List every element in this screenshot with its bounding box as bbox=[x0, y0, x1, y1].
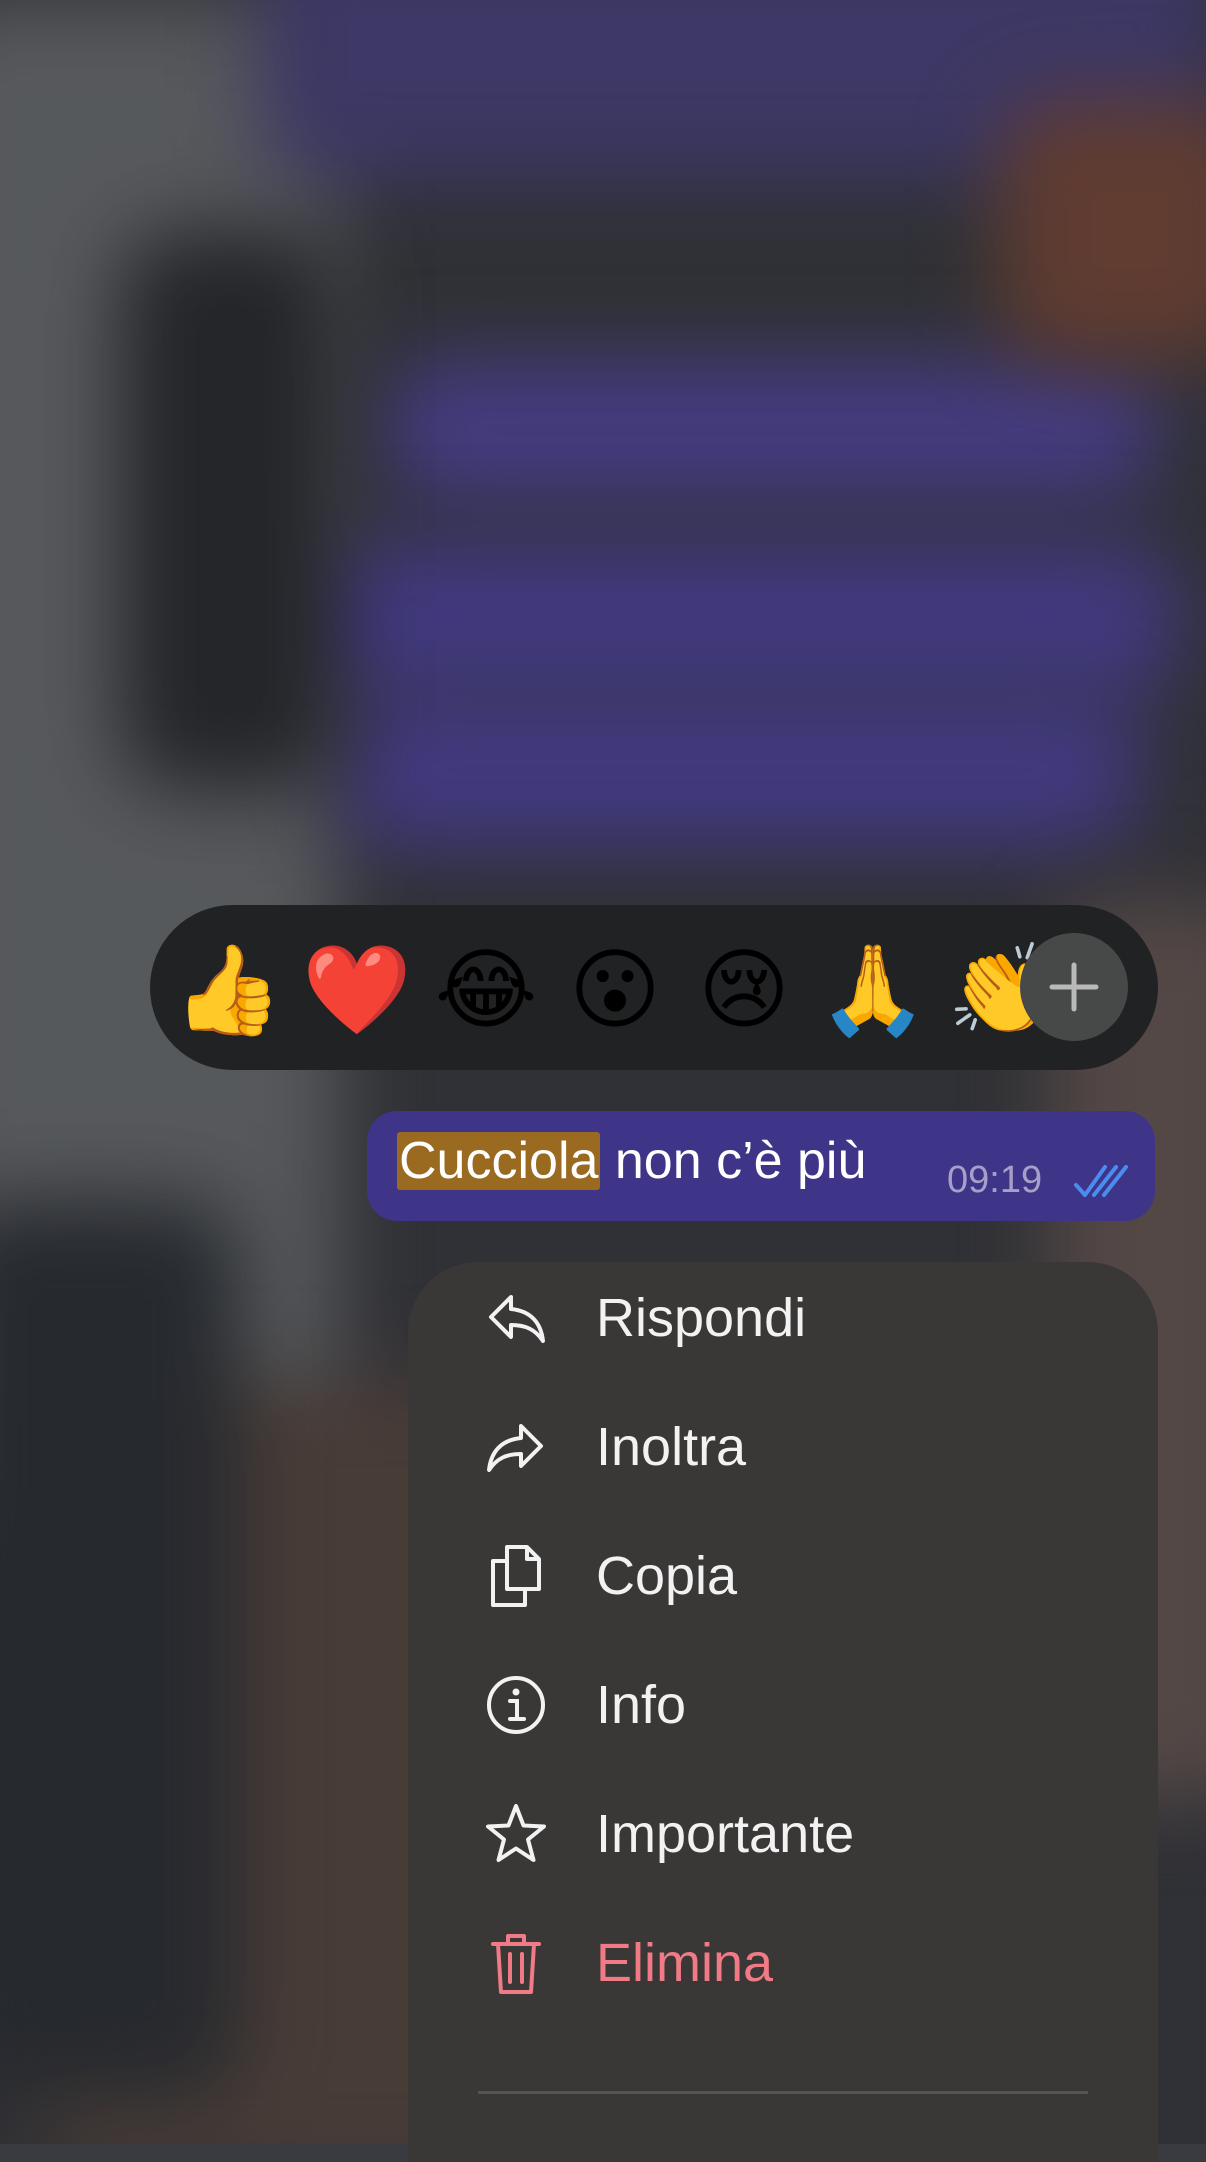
menu-item-label: Copia bbox=[596, 1546, 738, 1606]
message-context-menu: Rispondi Inoltra Copia Info Importante E… bbox=[408, 1262, 1158, 2162]
reaction-praying[interactable]: 🙏 bbox=[818, 935, 928, 1045]
menu-item-label: Inoltra bbox=[596, 1417, 747, 1477]
reaction-heart[interactable]: ❤️ bbox=[302, 935, 412, 1045]
reaction-surprised[interactable]: 😮 bbox=[560, 935, 670, 1045]
message-time: 09:19 bbox=[947, 1159, 1043, 1201]
reaction-sad[interactable]: 😢 bbox=[689, 935, 799, 1045]
star-icon bbox=[486, 1804, 546, 1862]
menu-item-star[interactable]: Importante bbox=[408, 1779, 1158, 1889]
forward-icon bbox=[487, 1424, 543, 1472]
menu-divider bbox=[478, 2091, 1088, 2094]
menu-item-delete[interactable]: Elimina bbox=[408, 1908, 1158, 2018]
message-text-rest: non c’è più bbox=[600, 1132, 867, 1190]
reply-icon bbox=[489, 1295, 545, 1343]
reaction-thumbs-up[interactable]: 👍 bbox=[173, 935, 283, 1045]
reaction-bar: 👍 ❤️ 😂 😮 😢 🙏 👏 bbox=[150, 905, 1158, 1070]
trash-icon bbox=[491, 1934, 541, 1994]
menu-item-info[interactable]: Info bbox=[408, 1650, 1158, 1760]
copy-icon bbox=[491, 1545, 541, 1607]
menu-item-label: Importante bbox=[596, 1804, 855, 1864]
message-bubble[interactable]: Cucciola non c’è più 09:19 bbox=[367, 1111, 1155, 1221]
menu-item-forward[interactable]: Inoltra bbox=[408, 1392, 1158, 1502]
menu-item-label: Rispondi bbox=[596, 1288, 807, 1348]
menu-item-copy[interactable]: Copia bbox=[408, 1521, 1158, 1631]
search-highlight: Cucciola bbox=[397, 1132, 601, 1190]
message-text: Cucciola non c’è più bbox=[397, 1127, 866, 1195]
menu-item-reply[interactable]: Rispondi bbox=[408, 1263, 1158, 1373]
menu-item-label: Info bbox=[596, 1675, 687, 1735]
reaction-laughing[interactable]: 😂 bbox=[431, 935, 541, 1045]
menu-item-label: Elimina bbox=[596, 1933, 774, 1993]
plus-icon bbox=[1049, 962, 1099, 1012]
double-check-icon bbox=[1074, 1165, 1128, 1197]
add-reaction-button[interactable] bbox=[1020, 933, 1128, 1041]
info-icon bbox=[487, 1676, 545, 1734]
